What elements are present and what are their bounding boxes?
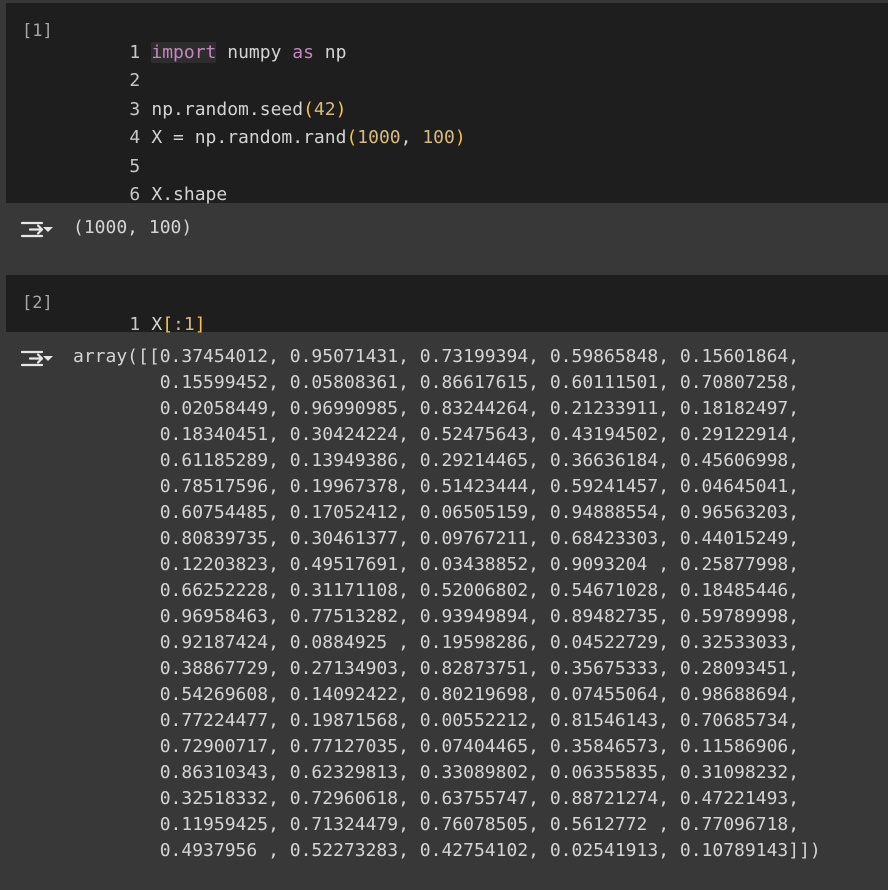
output-line: 0.60754485, 0.17052412, 0.06505159, 0.94… [73,502,800,523]
output-line: 0.77224477, 0.19871568, 0.00552212, 0.81… [73,710,800,731]
number-literal: 1000 [357,127,401,148]
output-line: 0.4937956 , 0.52273283, 0.42754102, 0.02… [73,840,821,861]
output-line: 0.54269608, 0.14092422, 0.80219698, 0.07… [73,684,800,705]
line-number: 1 [129,314,141,335]
output-line: 0.32518332, 0.72960618, 0.63755747, 0.88… [73,788,800,809]
output-line: 0.61185289, 0.13949386, 0.29214465, 0.36… [73,450,800,471]
keyword-import: import [151,42,217,63]
output-line: 0.02058449, 0.96990985, 0.83244264, 0.21… [73,398,800,419]
output-line: 0.92187424, 0.0884925 , 0.19598286, 0.04… [73,632,800,653]
output-line: 0.12203823, 0.49517691, 0.03438852, 0.90… [73,554,800,575]
output-line: 0.80839735, 0.30461377, 0.09767211, 0.68… [73,528,800,549]
code-token: np [313,42,347,63]
code-token: numpy [216,42,293,63]
code-token: X = np.random.rand [151,127,347,148]
code-cell-2[interactable]: [2] 1 X[:1] [6,275,888,335]
output-line: array([[0.37454012, 0.95071431, 0.731993… [73,346,800,367]
close-paren: ) [454,127,466,148]
output-collapse-icon[interactable] [20,346,54,372]
code-token: X.shape [151,184,228,205]
code-cell-1[interactable]: [1] 1 import numpy as np 2 3 np.random.see… [6,3,888,205]
array-output: array([[0.37454012, 0.95071431, 0.731993… [73,344,821,864]
open-bracket: [ [162,314,174,335]
line-number: 6 [129,184,141,205]
number-literal: 100 [422,127,455,148]
output-line: 0.78517596, 0.19967378, 0.51423444, 0.59… [73,476,800,497]
execution-count: [2] [22,293,53,313]
output-line: 0.18340451, 0.30424224, 0.52475643, 0.43… [73,424,800,445]
code-token: , [400,127,423,148]
close-bracket: ] [194,314,206,335]
output-line: 0.86310343, 0.62329813, 0.33089802, 0.06… [73,762,800,783]
code-token: X [151,314,163,335]
keyword-as: as [292,42,314,63]
execution-count: [1] [22,21,53,41]
output-line: 0.38867729, 0.27134903, 0.82873751, 0.35… [73,658,800,679]
open-paren: ( [346,127,358,148]
output-line: 0.96958463, 0.77513282, 0.93949894, 0.89… [73,606,800,627]
cell-output: (1000, 100) [73,217,193,238]
output-line: 0.15599452, 0.05808361, 0.86617615, 0.60… [73,372,800,393]
output-line: 0.72900717, 0.77127035, 0.07404465, 0.35… [73,736,800,757]
output-line: 0.11959425, 0.71324479, 0.76078505, 0.56… [73,814,800,835]
output-line: 0.66252228, 0.31171108, 0.52006802, 0.54… [73,580,800,601]
output-collapse-icon[interactable] [20,217,54,243]
slice-token: :1 [173,314,195,335]
